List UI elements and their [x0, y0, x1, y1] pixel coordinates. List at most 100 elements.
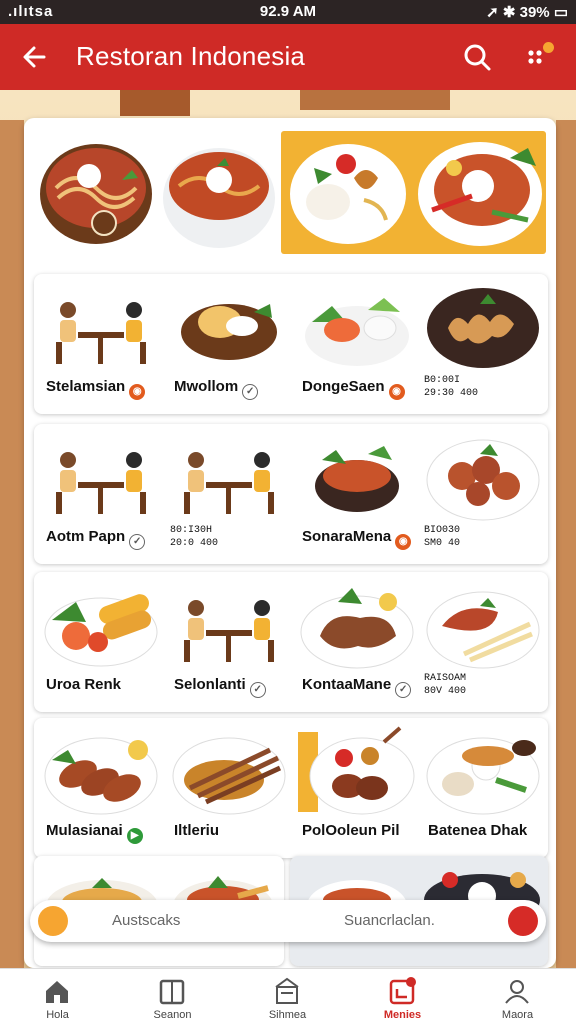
status-badge-icon: ◉	[129, 384, 146, 400]
menu-item[interactable]: Iltleriu	[166, 718, 291, 858]
menu-item-label: SonaraMena ◉	[302, 528, 412, 550]
nav-item[interactable]: Seanon	[115, 969, 230, 1024]
menu-row: Aotm Papn ✓ 80:I30H 20:0 400 SonaraMena ◉ BIO0…	[34, 424, 548, 564]
menu-item-name: Stelamsian	[46, 378, 126, 395]
float-right-label[interactable]: Suancrlaclan.	[344, 912, 435, 929]
rice-soup-bowl-icon[interactable]	[159, 128, 279, 256]
nav-item-label: Maora	[501, 1009, 534, 1021]
salad-bowl-icon	[305, 298, 409, 366]
nav-item[interactable]: Hola	[0, 969, 115, 1024]
menu-item[interactable]: B0:00I 29:30 400	[420, 274, 545, 414]
status-badge-icon: ◉	[388, 384, 405, 400]
grilled-platter-icon	[298, 726, 415, 815]
nav-item[interactable]: Menies	[345, 969, 460, 1024]
check-circle-icon: ✓	[242, 384, 259, 400]
background-beam	[300, 90, 450, 110]
menu-item-name: Aotm Papn	[46, 528, 126, 545]
menu-item[interactable]: 80:I30H 20:0 400	[166, 424, 291, 564]
background-pillar	[0, 120, 24, 1000]
menu-item[interactable]: Aotm Papn ✓	[38, 424, 163, 564]
menu-item-name: PolOoleun Pil	[302, 822, 400, 839]
arrow-left-icon	[23, 46, 46, 68]
nav-item-label: Sihmea	[268, 1009, 307, 1021]
fish-fries-plate-icon	[426, 591, 540, 669]
bread-bowl-icon	[181, 304, 277, 360]
diners-icon	[56, 302, 146, 364]
chat-icon[interactable]	[508, 906, 538, 936]
noodle-bowl-icon[interactable]	[34, 128, 159, 256]
menu-item-name: Selonlanti	[174, 676, 246, 693]
menu-row: Stelamsian ◉ Mwollom ✓ DongeSaen ◉ B0:00I 29:30…	[34, 274, 548, 414]
floating-action-bar: Austscaks Suancrlaclan.	[30, 900, 546, 942]
menu-item-meta: 80:I30H 20:0 400	[170, 524, 218, 550]
menu-item-meta-line: SM0 40	[424, 538, 461, 549]
check-circle-icon: ✓	[249, 682, 266, 698]
cart-icon[interactable]	[38, 906, 68, 936]
menu-card: Stelamsian ◉ Mwollom ✓ DongeSaen ◉ B0:00I 29:30…	[24, 118, 556, 968]
tablet-icon	[159, 979, 185, 1005]
rice-sambal-plate-icon[interactable]	[284, 128, 412, 256]
float-left-label[interactable]: Austscaks	[112, 912, 180, 929]
menu-item-name: KontaaMane	[302, 676, 392, 693]
menu-item-label: PolOoleun Pil	[302, 822, 400, 839]
menu-item[interactable]: PolOoleun Pil	[294, 718, 419, 858]
menu-item-name: Mulasianai	[46, 822, 123, 839]
back-button[interactable]	[18, 40, 52, 74]
nav-item-label: Seanon	[153, 1009, 192, 1021]
diners-icon	[184, 600, 274, 662]
menu-item-label: Uroa Renk	[46, 676, 121, 693]
profile-icon	[505, 980, 529, 1004]
satay-plate-icon	[172, 737, 286, 815]
menu-item-meta: BIO030 SM0 40	[424, 524, 460, 550]
menu-item-name: DongeSaen	[302, 378, 385, 395]
location-icon: ➚	[486, 4, 499, 21]
menu-item-name: Iltleriu	[174, 822, 220, 839]
roast-chicken-plate-icon	[300, 588, 414, 669]
check-circle-icon: ✓	[395, 682, 412, 698]
nav-item[interactable]: Maora	[460, 969, 575, 1024]
orders-icon	[389, 977, 416, 1005]
menu-item-meta-line: B0:00I	[424, 375, 461, 386]
menu-item-label: Iltleriu	[174, 822, 219, 839]
status-badge-icon: ◉	[395, 534, 412, 550]
menu-item-label: Aotm Papn ✓	[46, 528, 146, 550]
rendang-bowl-icon	[315, 446, 399, 512]
menu-item[interactable]: Selonlanti ✓	[166, 572, 291, 712]
nav-item-label: Menies	[383, 1009, 422, 1021]
menu-item[interactable]: Mwollom ✓	[166, 274, 291, 414]
notification-dot	[543, 42, 554, 53]
fried-fish-plate-icon	[44, 737, 158, 815]
menu-item[interactable]: KontaaMane ✓	[294, 572, 419, 712]
status-badge-icon: ▶	[126, 828, 143, 844]
menu-item-label: Selonlanti ✓	[174, 676, 266, 698]
menu-item[interactable]: Mulasianai ▶	[38, 718, 163, 858]
menu-item-meta-line: RAISOAM	[424, 673, 467, 684]
menu-item[interactable]: SonaraMena ◉	[294, 424, 419, 564]
search-button[interactable]	[460, 40, 494, 74]
menu-item-label: Mwollom ✓	[174, 378, 259, 400]
meatball-plate-icon	[426, 439, 540, 521]
diners-icon	[184, 452, 274, 514]
menu-item[interactable]: RAISOAM 80V 400	[420, 572, 545, 712]
check-circle-icon: ✓	[129, 534, 146, 550]
menu-item-label: KontaaMane ✓	[302, 676, 412, 698]
diners-icon	[56, 452, 146, 514]
menu-item-meta-line: 29:30 400	[424, 388, 479, 399]
nav-item-label: Hola	[46, 1009, 69, 1021]
featured-dishes	[34, 128, 546, 256]
nav-item[interactable]: Sihmea	[230, 969, 345, 1024]
menu-item-label: DongeSaen ◉	[302, 378, 405, 400]
fried-chicken-plate-icon	[427, 288, 539, 368]
bottom-navigation: Hola Seanon Sihmea Menies Maora	[0, 968, 576, 1024]
menu-item[interactable]: Uroa Renk	[38, 572, 163, 712]
menu-item-label: Batenea Dhak	[428, 822, 527, 839]
menu-board-icon	[275, 977, 299, 1004]
nasi-campur-plate-icon[interactable]	[414, 128, 546, 256]
menu-item-meta: B0:00I 29:30 400	[424, 374, 478, 400]
page-title: Restoran Indonesia	[76, 41, 306, 71]
menu-item[interactable]: BIO030 SM0 40	[420, 424, 545, 564]
menu-item[interactable]: Batenea Dhak	[420, 718, 545, 858]
search-icon	[464, 44, 491, 71]
menu-item[interactable]: DongeSaen ◉	[294, 274, 419, 414]
menu-item[interactable]: Stelamsian ◉	[38, 274, 163, 414]
